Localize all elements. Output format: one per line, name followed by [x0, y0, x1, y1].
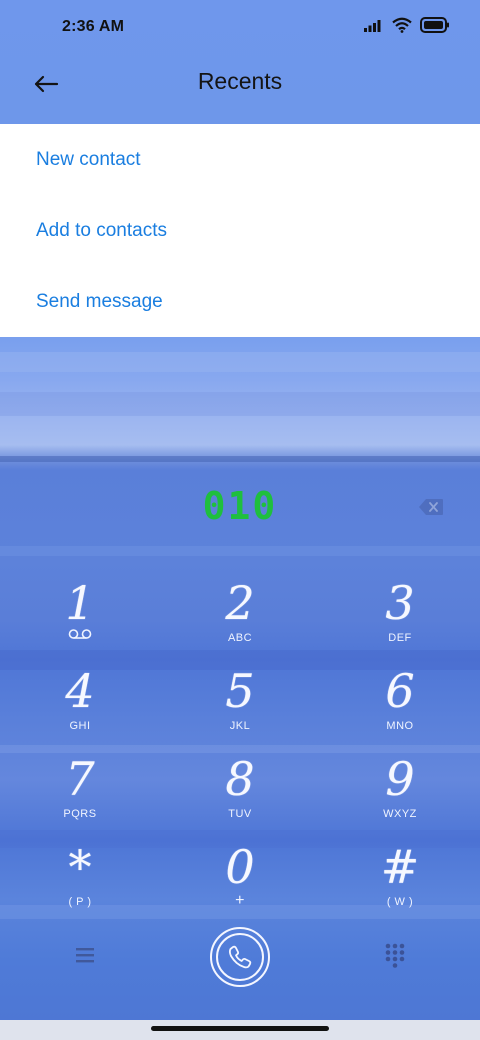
key-2[interactable]: 2 ABC — [160, 578, 320, 666]
dialpad-icon — [385, 943, 405, 968]
status-time: 2:36 AM — [62, 18, 125, 35]
key-letters: DEF — [388, 632, 412, 644]
wallpaper-streak — [0, 546, 480, 556]
key-digit: 7 — [65, 752, 95, 806]
wifi-icon — [392, 17, 412, 33]
call-button[interactable] — [210, 927, 270, 987]
key-letters: ( P ) — [68, 896, 92, 908]
header: Recents — [0, 56, 480, 124]
key-6[interactable]: 6 MNO — [320, 666, 480, 754]
key-digit: 1 — [65, 576, 95, 630]
menu-lines-icon — [76, 948, 94, 963]
key-digit: # — [380, 840, 420, 894]
navigation-bar — [0, 1020, 480, 1040]
menu-item-new-contact[interactable]: New contact — [0, 124, 480, 195]
dialpad-toggle-button[interactable] — [380, 938, 410, 972]
key-letters: ABC — [227, 632, 253, 644]
key-7[interactable]: 7 PQRS — [0, 754, 160, 842]
menu-item-add-to-contacts[interactable]: Add to contacts — [0, 195, 480, 266]
key-digit: 5 — [225, 664, 255, 718]
key-hash[interactable]: # ( W ) — [320, 842, 480, 930]
phone-icon — [228, 945, 252, 969]
key-digit: 4 — [65, 664, 95, 718]
key-star[interactable]: * ( P ) — [0, 842, 160, 930]
options-menu: New contact Add to contacts Send message — [0, 124, 480, 337]
backspace-button[interactable] — [418, 498, 444, 516]
key-digit: 9 — [385, 752, 415, 806]
key-1[interactable]: 1 — [0, 578, 160, 666]
key-letters: WXYZ — [383, 808, 417, 820]
page-title: Recents — [197, 68, 283, 94]
wallpaper-streak — [0, 352, 480, 372]
key-4[interactable]: 4 GHI — [0, 666, 160, 754]
key-letters: TUV — [228, 808, 252, 820]
menu-button[interactable] — [68, 940, 102, 970]
key-letters: PQRS — [63, 808, 97, 820]
key-digit: 6 — [385, 664, 415, 718]
key-5[interactable]: 5 JKL — [160, 666, 320, 754]
key-3[interactable]: 3 DEF — [320, 578, 480, 666]
menu-item-send-message[interactable]: Send message — [0, 266, 480, 337]
voicemail-icon — [68, 629, 92, 639]
key-digit: 0 — [225, 840, 255, 894]
key-letters: JKL — [229, 720, 251, 732]
key-digit: * — [68, 840, 92, 894]
backspace-icon — [419, 499, 443, 515]
home-indicator[interactable] — [151, 1026, 329, 1031]
call-button-inner — [216, 933, 264, 981]
status-bar: 2:36 AM — [0, 0, 480, 56]
wallpaper-streak — [0, 392, 480, 416]
key-9[interactable]: 9 WXYZ — [320, 754, 480, 842]
key-letters: GHI — [69, 720, 91, 732]
key-digit: 8 — [225, 752, 255, 806]
key-letters: ( W ) — [386, 896, 414, 908]
number-display: 010 — [0, 484, 480, 532]
dialed-number: 010 — [202, 484, 278, 528]
key-8[interactable]: 8 TUV — [160, 754, 320, 842]
key-0[interactable]: 0 + — [160, 842, 320, 930]
key-letters: MNO — [386, 720, 414, 732]
key-letters: + — [235, 892, 245, 909]
key-digit: 3 — [385, 576, 415, 630]
battery-icon — [420, 17, 449, 33]
key-digit: 2 — [225, 576, 255, 630]
wallpaper-treeline — [0, 456, 480, 462]
signal-icon — [364, 20, 381, 32]
status-icons — [364, 17, 450, 33]
